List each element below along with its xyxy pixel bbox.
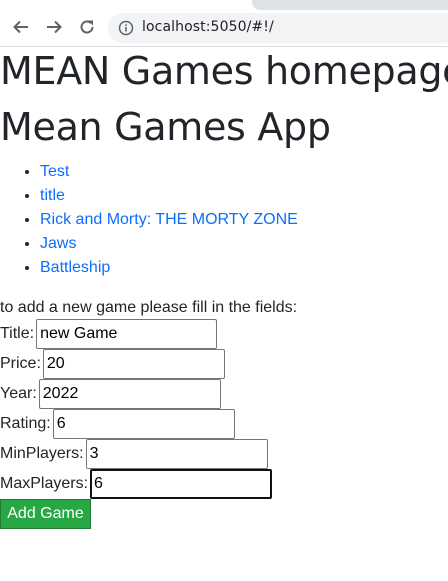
game-link[interactable]: title <box>40 187 65 204</box>
url-text[interactable]: localhost:5050/#!/ <box>142 19 274 35</box>
rating-label: Rating: <box>0 415 51 432</box>
game-link[interactable]: Jaws <box>40 235 76 252</box>
arrow-left-icon <box>13 20 28 34</box>
maxplayers-input[interactable] <box>90 469 273 499</box>
form-instructions: to add a new game please fill in the fie… <box>0 299 298 316</box>
tab-strip <box>0 0 448 10</box>
year-row: Year: <box>0 379 221 409</box>
minplayers-input[interactable] <box>85 439 268 469</box>
minplayers-row: MinPlayers: <box>0 439 268 469</box>
game-link[interactable]: Test <box>40 163 69 180</box>
price-input[interactable] <box>42 349 225 379</box>
price-row: Price: <box>0 349 225 379</box>
maxplayers-row: MaxPlayers: <box>0 469 273 499</box>
reload-button[interactable] <box>74 14 100 40</box>
arrow-right-icon <box>47 20 62 34</box>
minplayers-label: MinPlayers: <box>0 445 84 462</box>
maxplayers-label: MaxPlayers: <box>0 475 89 492</box>
back-button[interactable] <box>8 14 34 40</box>
price-label: Price: <box>0 355 41 372</box>
list-item: Rick and Morty: THE MORTY ZONE <box>40 208 298 232</box>
rating-row: Rating: <box>0 409 235 439</box>
list-item: Jaws <box>40 232 298 256</box>
games-list: Test title Rick and Morty: THE MORTY ZON… <box>0 160 298 280</box>
address-bar[interactable]: localhost:5050/#!/ <box>108 13 448 43</box>
list-item: Test <box>40 160 298 184</box>
browser-tab[interactable] <box>252 0 448 10</box>
year-label: Year: <box>0 385 37 402</box>
list-item: title <box>40 184 298 208</box>
year-input[interactable] <box>38 379 221 409</box>
add-game-button[interactable]: Add Game <box>0 499 91 529</box>
list-item: Battleship <box>40 256 298 280</box>
info-icon[interactable] <box>118 20 134 36</box>
reload-icon <box>80 20 94 34</box>
title-input[interactable] <box>36 319 218 349</box>
forward-button[interactable] <box>41 14 67 40</box>
app-title: Mean Games App <box>0 105 331 149</box>
rating-input[interactable] <box>52 409 235 439</box>
title-row: Title: <box>0 319 218 349</box>
game-link[interactable]: Battleship <box>40 259 110 276</box>
page-title: MEAN Games homepage <box>0 49 448 93</box>
game-link[interactable]: Rick and Morty: THE MORTY ZONE <box>40 211 298 228</box>
toolbar-divider <box>0 46 448 47</box>
title-label: Title: <box>0 325 35 342</box>
browser-toolbar: localhost:5050/#!/ <box>0 0 448 46</box>
